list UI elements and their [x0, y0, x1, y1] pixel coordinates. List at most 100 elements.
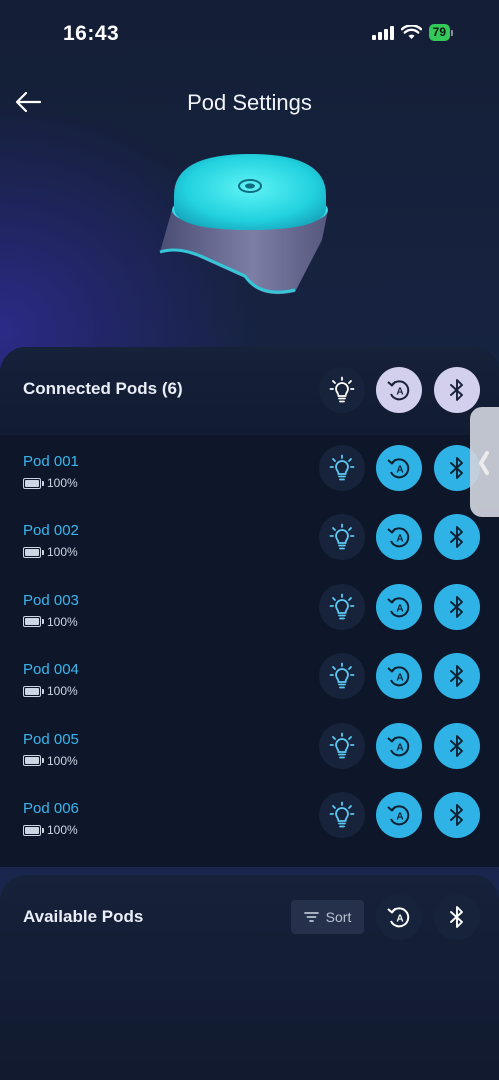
svg-text:A: A	[396, 387, 403, 398]
pod-name[interactable]: Pod 005	[23, 731, 79, 748]
bluetooth-icon	[450, 457, 463, 479]
pod-battery: 100%	[23, 823, 78, 837]
identify-pod-button[interactable]	[319, 583, 365, 630]
connected-pods-title: Connected Pods (6)	[23, 379, 183, 398]
pod-name[interactable]: Pod 003	[23, 592, 79, 609]
identify-pod-button[interactable]	[319, 722, 365, 769]
auto-sync-pod-button[interactable]: A	[376, 514, 422, 561]
pod-battery-percent: 100%	[47, 476, 78, 490]
pod-battery: 100%	[23, 684, 78, 698]
svg-text:A: A	[396, 465, 403, 476]
bluetooth-scan-button[interactable]	[434, 894, 480, 940]
lightbulb-icon	[329, 732, 355, 758]
available-pods-title: Available Pods	[23, 907, 144, 926]
pod-name[interactable]: Pod 004	[23, 661, 79, 678]
bluetooth-icon	[450, 906, 463, 928]
pod-row[interactable]: Pod 003 100% A	[0, 583, 499, 662]
auto-sync-icon: A	[387, 666, 410, 687]
bluetooth-icon	[450, 804, 463, 826]
connected-pods-header: Connected Pods (6) A	[0, 347, 499, 435]
bluetooth-pod-button[interactable]	[434, 792, 480, 838]
connected-pods-panel: Connected Pods (6) A Pod 001 100% A Pod 002…	[0, 347, 499, 867]
pod-row[interactable]: Pod 001 100% A	[0, 445, 499, 523]
sort-button[interactable]: Sort	[291, 900, 364, 934]
auto-sync-pod-button[interactable]: A	[376, 653, 422, 700]
battery-level	[25, 757, 39, 765]
sort-icon	[303, 912, 319, 922]
battery-level	[25, 826, 39, 834]
pod-battery: 100%	[23, 754, 78, 768]
battery-tip	[451, 29, 453, 36]
pod-battery: 100%	[23, 615, 78, 629]
identify-pod-button[interactable]	[319, 792, 365, 838]
bluetooth-icon	[450, 734, 463, 757]
auto-sync-pod-button[interactable]: A	[376, 722, 422, 769]
battery-icon	[23, 755, 44, 767]
pod-battery-percent: 100%	[47, 545, 78, 560]
battery-level	[25, 548, 39, 556]
pod-battery-percent: 100%	[47, 684, 78, 699]
battery-icon	[23, 824, 44, 836]
header: Pod Settings	[0, 80, 499, 124]
auto-sync-icon: A	[387, 805, 410, 826]
battery-icon	[23, 616, 44, 628]
signal-icon	[371, 25, 394, 40]
bluetooth-pod-button[interactable]	[434, 653, 480, 700]
status-bar: 16:43 79	[0, 0, 499, 60]
battery-level	[25, 479, 39, 487]
available-pods-panel: Available Pods Sort A	[0, 875, 499, 1080]
pod-battery: 100%	[23, 545, 78, 559]
pod-battery-percent: 100%	[47, 614, 78, 629]
lightbulb-icon	[329, 454, 355, 481]
auto-sync-icon: A	[387, 527, 410, 548]
bluetooth-icon	[450, 379, 463, 401]
lightbulb-icon	[329, 662, 355, 689]
bluetooth-pod-button[interactable]	[434, 722, 480, 769]
bluetooth-pod-button[interactable]	[434, 583, 480, 630]
svg-text:A: A	[396, 914, 403, 925]
battery-icon	[23, 477, 44, 489]
bluetooth-icon	[450, 595, 463, 618]
auto-sync-icon: A	[387, 597, 410, 618]
auto-sync-pod-button[interactable]: A	[376, 583, 422, 630]
page-title: Pod Settings	[187, 90, 312, 115]
bluetooth-icon	[450, 665, 463, 688]
battery-icon: 79	[428, 24, 450, 41]
pod-row[interactable]: Pod 004 100% A	[0, 653, 499, 731]
auto-sync-icon: A	[387, 458, 410, 479]
status-icons: 79	[371, 24, 453, 41]
identify-pod-button[interactable]	[319, 653, 365, 700]
pod-device-image	[150, 140, 350, 310]
identify-pod-button[interactable]	[319, 445, 365, 491]
sort-label: Sort	[325, 909, 352, 925]
pod-row[interactable]: Pod 002 100% A	[0, 514, 499, 592]
pod-battery: 100%	[23, 476, 78, 490]
auto-sync-icon: A	[387, 736, 410, 756]
chevron-left-icon	[479, 451, 489, 475]
auto-sync-all-button[interactable]: A	[376, 367, 422, 413]
battery-icon	[23, 685, 44, 697]
pod-row[interactable]: Pod 006 100% A	[0, 792, 499, 870]
auto-sync-available-button[interactable]: A	[376, 894, 422, 940]
bluetooth-icon	[450, 526, 463, 549]
lightbulb-icon	[329, 593, 355, 620]
identify-pod-button[interactable]	[319, 514, 365, 561]
svg-text:A: A	[396, 812, 403, 823]
lightbulb-icon	[329, 376, 355, 403]
pod-name[interactable]: Pod 002	[23, 522, 79, 539]
side-drawer-handle[interactable]	[470, 407, 499, 517]
pod-name[interactable]: Pod 001	[23, 453, 79, 470]
pod-row[interactable]: Pod 005 100% A	[0, 722, 499, 801]
auto-sync-pod-button[interactable]: A	[376, 445, 422, 491]
svg-text:A: A	[396, 742, 403, 753]
battery-level	[25, 687, 39, 695]
battery-icon	[23, 546, 44, 558]
auto-sync-pod-button[interactable]: A	[376, 792, 422, 838]
battery-level	[25, 618, 39, 626]
identify-all-button[interactable]	[319, 367, 365, 413]
pod-battery-percent: 100%	[47, 753, 78, 768]
bluetooth-pod-button[interactable]	[434, 514, 480, 561]
pod-name[interactable]: Pod 006	[23, 800, 79, 817]
lightbulb-icon	[329, 523, 355, 550]
wifi-icon	[400, 25, 422, 39]
